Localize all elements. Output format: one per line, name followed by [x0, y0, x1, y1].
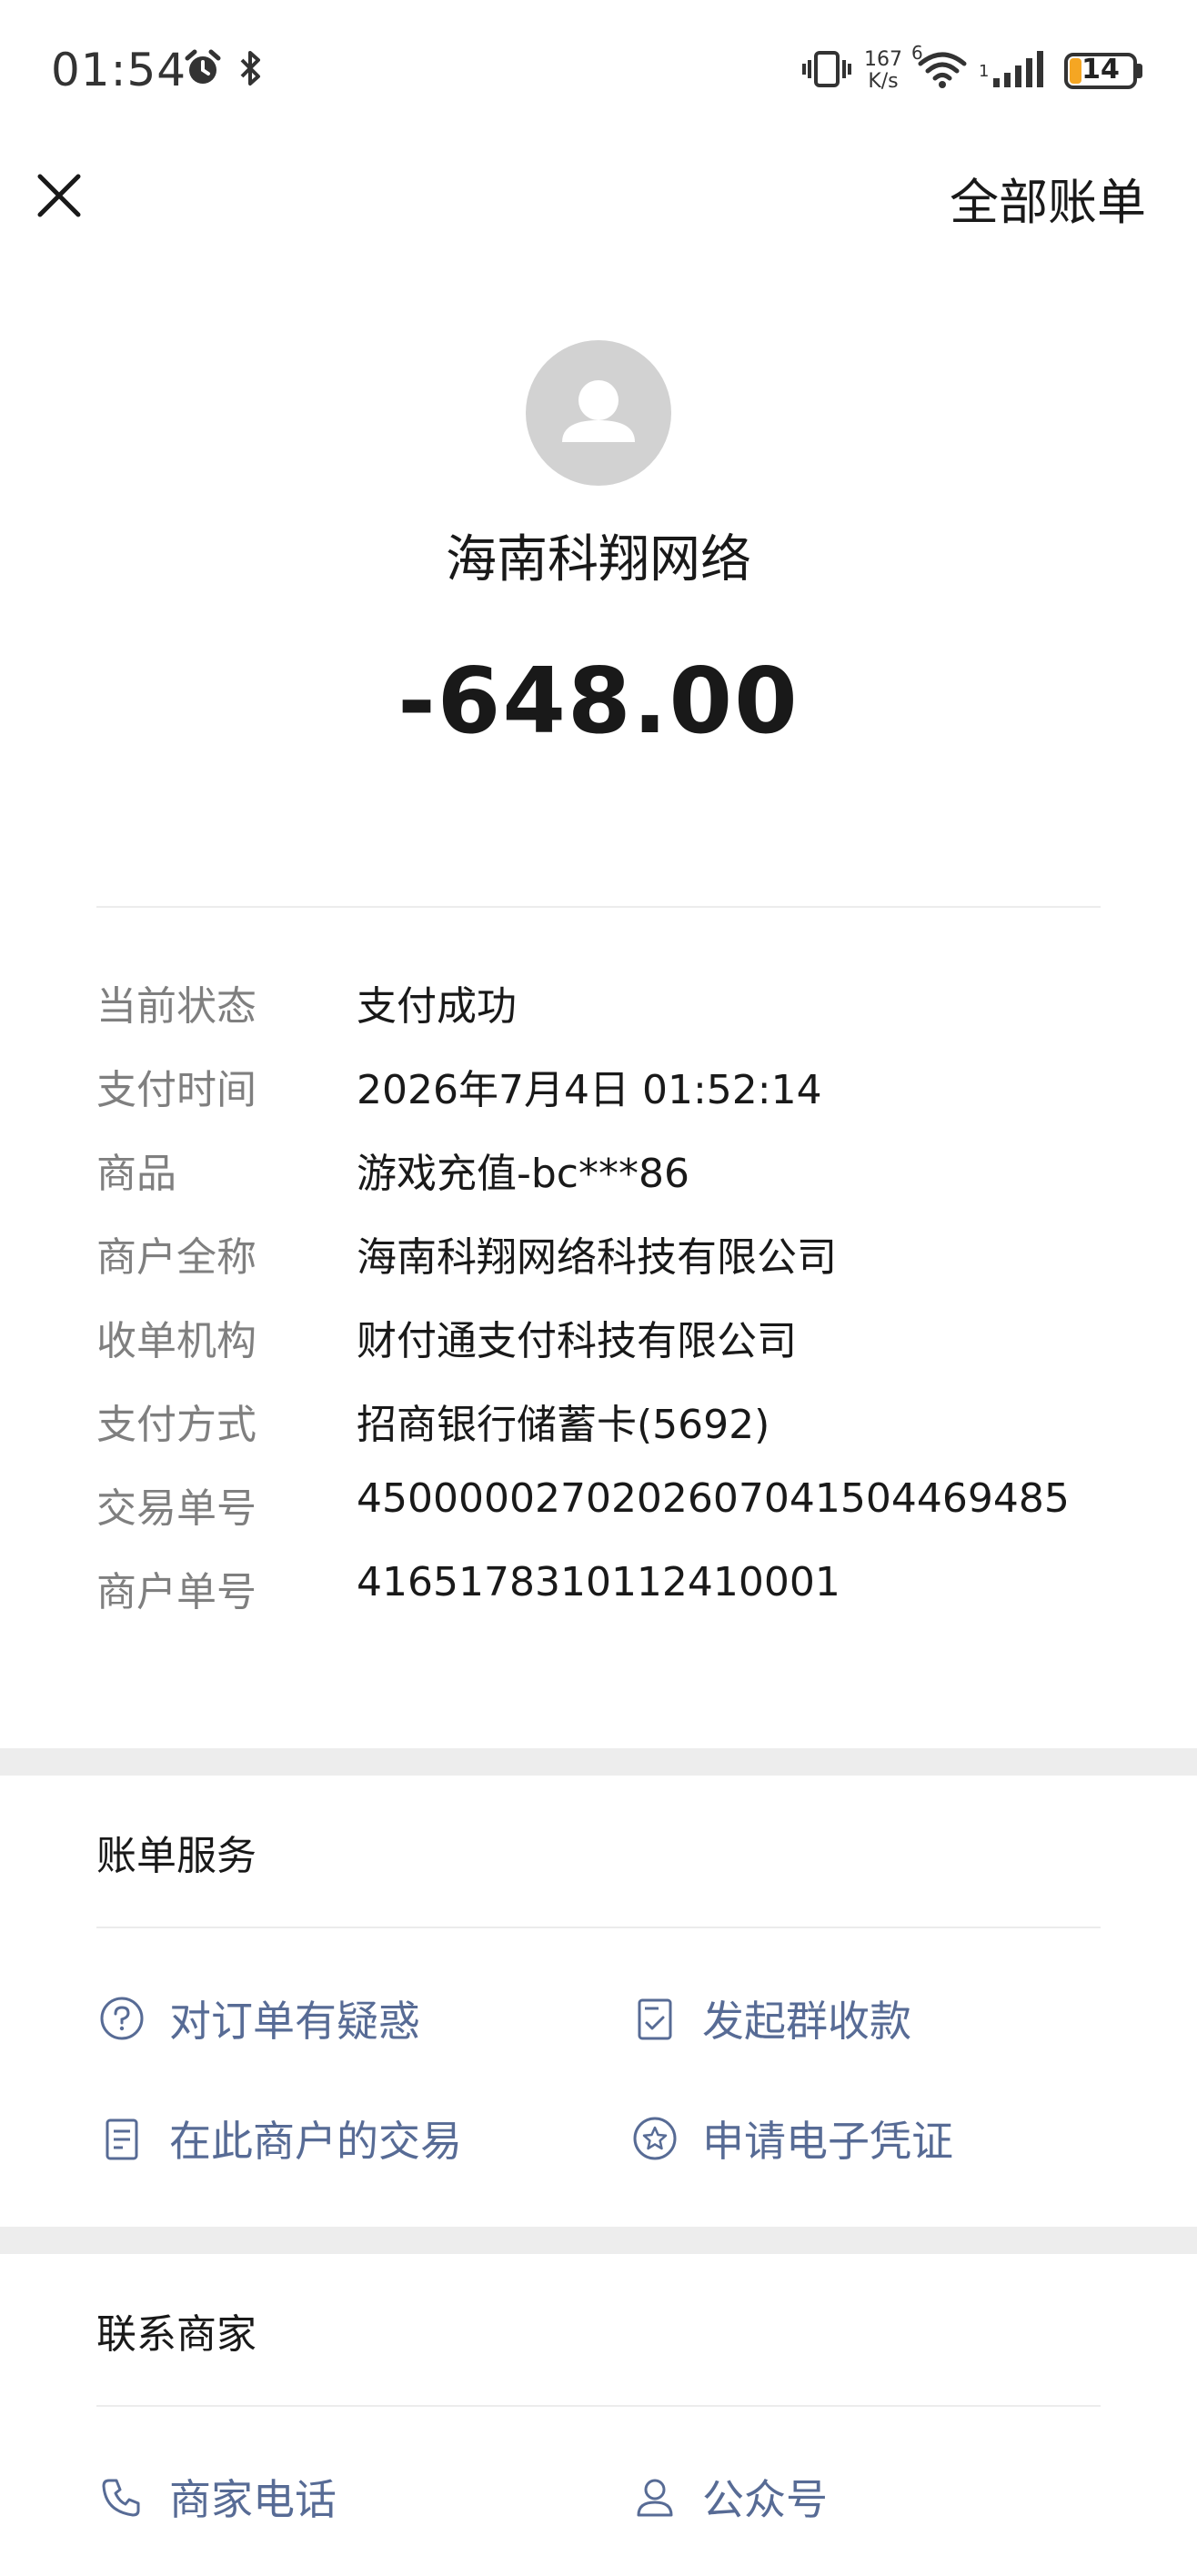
detail-value: 财付通支付科技有限公司	[357, 1318, 797, 1364]
status-bar: 01:54 167 K/s 6 1 14	[0, 0, 1197, 136]
contact-merchant-title: 联系商家	[96, 2311, 256, 2358]
close-button[interactable]	[27, 164, 91, 227]
official-account-button[interactable]: 公众号	[629, 2467, 828, 2527]
detail-label: 支付时间	[96, 1067, 256, 1113]
detail-label: 商品	[96, 1151, 176, 1197]
detail-row-transaction-id: 交易单号 4500000270202607041504469485	[96, 1475, 1142, 1559]
detail-label: 商户全称	[96, 1234, 256, 1281]
detail-row-merchant-order-id: 商户单号 4165178310112410001	[96, 1559, 1142, 1643]
merchant-transactions-button[interactable]: 在此商户的交易	[96, 2108, 462, 2168]
detail-value: 4165178310112410001	[357, 1559, 840, 1605]
net-speed: 167 K/s	[864, 49, 902, 93]
document-icon	[96, 2113, 147, 2164]
detail-value: 支付成功	[357, 983, 517, 1030]
battery-tip	[1137, 64, 1142, 78]
merchant-avatar	[526, 340, 671, 486]
vibrate-icon	[802, 47, 851, 95]
detail-label: 支付方式	[96, 1402, 256, 1448]
divider	[96, 2405, 1101, 2407]
detail-value: 招商银行储蓄卡(5692)	[357, 1402, 770, 1448]
net-speed-value: 167	[864, 48, 902, 71]
signal-label: 1	[979, 62, 990, 81]
detail-row-merchant-full-name: 商户全称 海南科翔网络科技有限公司	[96, 1224, 1142, 1308]
detail-value: 海南科翔网络科技有限公司	[357, 1234, 837, 1281]
official-account-label: 公众号	[702, 2475, 828, 2524]
all-bills-link[interactable]: 全部账单	[950, 162, 1146, 234]
detail-value: 2026年7月4日 01:52:14	[357, 1067, 822, 1113]
detail-label: 收单机构	[96, 1318, 256, 1364]
battery-level: 14	[1081, 54, 1120, 86]
merchant-name: 海南科翔网络	[446, 530, 751, 589]
star-circle-icon	[629, 2113, 680, 2164]
detail-row-product: 商品 游戏充值-bc***86	[96, 1141, 1142, 1224]
detail-row-time: 支付时间 2026年7月4日 01:52:14	[96, 1057, 1142, 1141]
detail-row-acquirer: 收单机构 财付通支付科技有限公司	[96, 1308, 1142, 1392]
phone-icon	[96, 2471, 147, 2522]
status-time: 01:54	[51, 44, 187, 96]
order-question-label: 对订单有疑惑	[169, 1997, 420, 2046]
user-icon	[562, 380, 635, 442]
order-question-button[interactable]: 对订单有疑惑	[96, 1988, 420, 2048]
transaction-details: 当前状态 支付成功 支付时间 2026年7月4日 01:52:14 商品 游戏充…	[96, 973, 1142, 1643]
detail-row-status: 当前状态 支付成功	[96, 973, 1142, 1057]
wifi-icon: 6	[911, 42, 970, 95]
e-voucher-label: 申请电子凭证	[702, 2117, 953, 2166]
status-icons-left	[182, 47, 266, 93]
detail-value: 游戏充值-bc***86	[357, 1151, 689, 1197]
detail-value: 4500000270202607041504469485	[357, 1475, 1070, 1522]
detail-label: 商户单号	[96, 1569, 256, 1615]
alarm-icon	[182, 47, 224, 93]
divider	[96, 1927, 1101, 1928]
checklist-icon	[629, 1993, 680, 2044]
merchant-phone-button[interactable]: 商家电话	[96, 2467, 337, 2527]
person-icon	[629, 2471, 680, 2522]
merchant-phone-label: 商家电话	[169, 2475, 337, 2524]
section-separator	[0, 1748, 1197, 1776]
group-collect-label: 发起群收款	[702, 1997, 911, 2046]
bluetooth-icon	[235, 47, 266, 93]
wifi-label: 6	[911, 42, 923, 64]
group-collect-button[interactable]: 发起群收款	[629, 1988, 911, 2048]
detail-row-payment-method: 支付方式 招商银行储蓄卡(5692)	[96, 1392, 1142, 1475]
question-circle-icon	[96, 1993, 147, 2044]
section-separator	[0, 2227, 1197, 2254]
signal-icon: 1	[979, 47, 1051, 95]
net-speed-unit: K/s	[868, 70, 899, 93]
detail-label: 当前状态	[96, 983, 256, 1030]
battery-icon: 14	[1064, 53, 1137, 89]
bill-services-title: 账单服务	[96, 1833, 256, 1879]
merchant-transactions-label: 在此商户的交易	[169, 2117, 462, 2166]
status-icons-right: 167 K/s 6 1 14	[802, 42, 1142, 98]
payment-amount: -648.00	[397, 648, 800, 754]
divider	[96, 906, 1101, 908]
e-voucher-button[interactable]: 申请电子凭证	[629, 2108, 953, 2168]
detail-label: 交易单号	[96, 1485, 256, 1532]
close-icon	[37, 174, 81, 217]
